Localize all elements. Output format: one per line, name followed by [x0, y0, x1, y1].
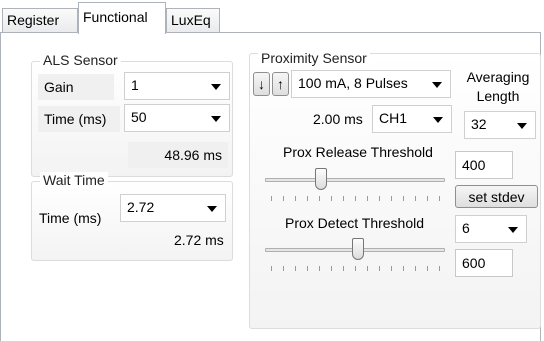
up-arrow-icon: ↑ — [277, 76, 284, 92]
als-sensor-group: ALS Sensor Gain 1 Time (ms) 50 48.96 ms — [31, 52, 233, 177]
channel-select[interactable]: CH1 — [372, 105, 452, 133]
chevron-down-icon — [211, 84, 221, 90]
proximity-sensor-title: Proximity Sensor — [258, 50, 370, 66]
stdev-select[interactable]: 6 — [455, 215, 527, 243]
led-drive-select[interactable]: 100 mA, 8 Pulses — [291, 70, 451, 98]
als-sensor-title: ALS Sensor — [40, 52, 121, 68]
chevron-down-icon — [432, 82, 442, 88]
chevron-down-icon — [517, 123, 527, 129]
wait-time-readout: 2.72 ms — [174, 232, 224, 248]
als-time-value: 50 — [131, 109, 147, 125]
proximity-sensor-group: Proximity Sensor ↓ ↑ 100 mA, 8 Pulses Av… — [249, 50, 541, 329]
detect-threshold-label: Prox Detect Threshold — [285, 215, 425, 231]
tab-luxeq[interactable]: LuxEq — [166, 8, 220, 33]
chevron-down-icon — [508, 227, 518, 233]
led-drive-value: 100 mA, 8 Pulses — [298, 75, 408, 91]
release-threshold-thumb[interactable] — [315, 168, 328, 190]
wait-time-title: Wait Time — [40, 172, 108, 188]
tab-register[interactable]: Register — [2, 8, 78, 33]
gain-label: Gain — [38, 74, 114, 100]
channel-value: CH1 — [379, 110, 408, 126]
detect-threshold-input[interactable]: 600 — [455, 249, 513, 277]
detect-threshold-thumb[interactable] — [352, 238, 365, 260]
stdev-value: 6 — [462, 220, 470, 236]
chevron-down-icon — [433, 117, 443, 123]
tab-strip: Register Functional LuxEq — [0, 0, 544, 34]
gain-value: 1 — [131, 77, 139, 93]
release-threshold-track[interactable] — [265, 178, 445, 182]
als-time-readout: 48.96 ms — [128, 142, 228, 168]
chevron-down-icon — [207, 206, 217, 212]
als-time-label: Time (ms) — [38, 106, 120, 132]
wait-time-value: 2.72 — [127, 199, 155, 215]
functional-panel: ALS Sensor Gain 1 Time (ms) 50 48.96 ms … — [0, 32, 541, 341]
wait-time-select[interactable]: 2.72 — [120, 194, 226, 222]
averaging-length-select[interactable]: 32 — [464, 111, 536, 139]
gain-select[interactable]: 1 — [124, 72, 230, 100]
detect-threshold-ticks — [271, 266, 441, 271]
release-threshold-ticks — [271, 196, 441, 201]
release-threshold-input[interactable]: 400 — [455, 151, 513, 179]
down-arrow-icon: ↓ — [258, 76, 265, 92]
led-decrease-button[interactable]: ↓ — [253, 72, 270, 96]
tab-functional[interactable]: Functional — [78, 2, 166, 34]
averaging-length-value: 32 — [471, 116, 487, 132]
als-time-select[interactable]: 50 — [124, 104, 230, 132]
set-stdev-button[interactable]: set stdev — [455, 185, 538, 208]
prox-time-readout: 2.00 ms — [313, 111, 363, 127]
averaging-length-label: Averaging Length — [466, 69, 530, 104]
chevron-down-icon — [211, 116, 221, 122]
led-increase-button[interactable]: ↑ — [272, 72, 289, 96]
release-threshold-label: Prox Release Threshold — [283, 144, 433, 160]
wait-time-label: Time (ms) — [39, 210, 102, 226]
wait-time-group: Wait Time Time (ms) 2.72 2.72 ms — [31, 172, 233, 261]
